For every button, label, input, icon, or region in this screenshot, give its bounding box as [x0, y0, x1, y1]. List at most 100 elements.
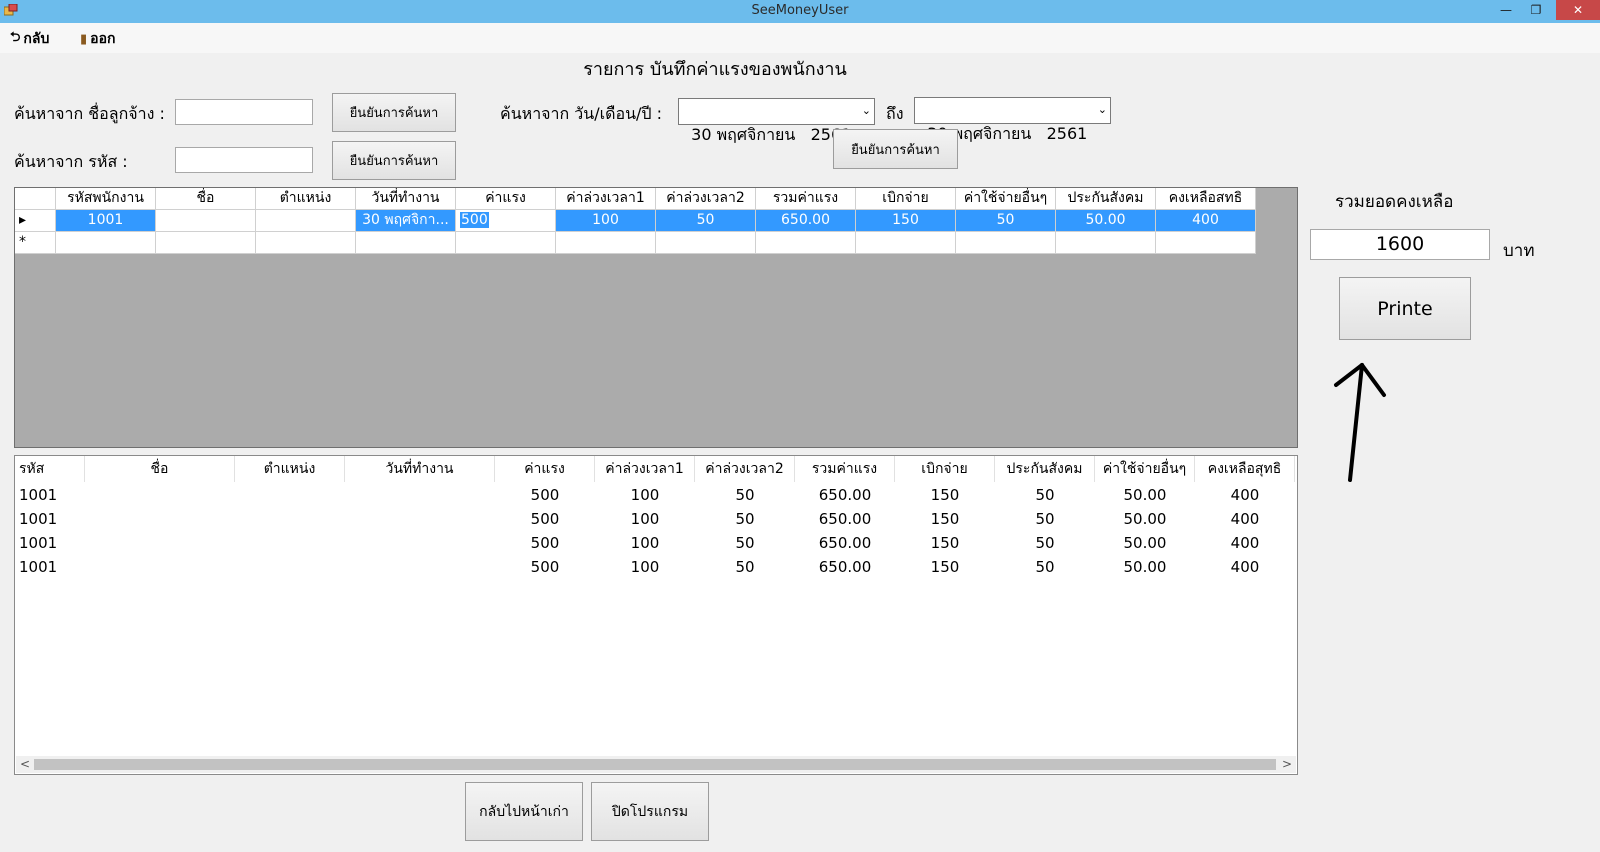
maximize-button[interactable]: ❐ — [1524, 0, 1548, 20]
row-header-corner — [15, 188, 56, 210]
table-cell[interactable] — [556, 232, 656, 254]
list-item[interactable]: 1001 500 100 50 650.00 150 50 50.00 400 — [15, 531, 1295, 555]
table-cell[interactable]: 1001 — [56, 210, 156, 232]
column-header[interactable]: คงเหลือสทธิ — [1156, 188, 1256, 210]
total-balance-label: รวมยอดคงเหลือ — [1335, 192, 1454, 212]
confirm-id-search-button[interactable]: ยืนยันการค้นหา — [332, 141, 456, 180]
current-row-marker-icon[interactable]: ▸ — [15, 210, 56, 232]
column-header[interactable]: ค่าล่วงเวลา1 — [556, 188, 656, 210]
table-cell[interactable] — [156, 210, 256, 232]
scroll-thumb[interactable] — [34, 759, 1276, 770]
exit-door-icon: ▮ — [80, 31, 88, 47]
print-button[interactable]: Printe — [1339, 277, 1471, 340]
column-header[interactable]: ตำแหน่ง — [235, 456, 345, 482]
close-window-button[interactable]: ✕ — [1556, 0, 1600, 20]
table-cell-editing[interactable]: 500 — [456, 210, 556, 232]
table-cell[interactable] — [656, 232, 756, 254]
table-cell[interactable] — [756, 232, 856, 254]
table-cell[interactable] — [156, 232, 256, 254]
table-cell[interactable]: 50.00 — [1056, 210, 1156, 232]
column-header[interactable]: ประกันสังคม — [995, 456, 1095, 482]
search-name-input[interactable] — [175, 99, 313, 125]
column-header[interactable]: ค่าใช้จ่ายอื่นๆ — [1095, 456, 1195, 482]
window-title: SeeMoneyUser — [751, 3, 849, 18]
column-header[interactable]: คงเหลือสุทธิ — [1195, 456, 1295, 482]
new-row-marker-icon[interactable]: * — [15, 232, 56, 254]
table-cell[interactable] — [956, 232, 1056, 254]
list-cell: 50.00 — [1123, 534, 1167, 552]
column-header[interactable]: ชื่อ — [85, 456, 235, 482]
list-item[interactable]: 1001 500 100 50 650.00 150 50 50.00 400 — [15, 507, 1295, 531]
menu-back[interactable]: ⮌ กลับ — [10, 29, 49, 49]
table-cell[interactable] — [1056, 232, 1156, 254]
menu-exit[interactable]: ▮ ออก — [80, 29, 115, 49]
column-header[interactable]: ค่าใช้จ่ายอื่นๆ — [956, 188, 1056, 210]
table-cell[interactable] — [1156, 232, 1256, 254]
table-cell[interactable] — [256, 232, 356, 254]
date-to-select[interactable]: 30 พฤศจิกายน 2561 ⌄ — [914, 97, 1111, 143]
confirm-date-search-button[interactable]: ยืนยันการค้นหา — [833, 129, 958, 169]
list-header-row: รหัส ชื่อ ตำแหน่ง วันที่ทำงาน ค่าแรง ค่า… — [15, 456, 1295, 482]
list-cell — [85, 507, 235, 531]
table-cell[interactable] — [56, 232, 156, 254]
column-header[interactable]: ค่าล่วงเวลา1 — [595, 456, 695, 482]
column-header[interactable]: วันที่ทำงาน — [345, 456, 495, 482]
table-cell[interactable]: 50 — [956, 210, 1056, 232]
column-header[interactable]: ค่าแรง — [456, 188, 556, 210]
scroll-left-icon[interactable]: < — [20, 756, 30, 773]
new-row[interactable]: * — [15, 232, 1256, 254]
list-cell — [345, 507, 495, 531]
column-header[interactable]: เบิกจ่าย — [895, 456, 995, 482]
column-header[interactable]: วันที่ทำงาน — [356, 188, 456, 210]
search-id-label: ค้นหาจาก รหัส : — [14, 152, 128, 171]
table-cell[interactable]: 150 — [856, 210, 956, 232]
list-cell: 650.00 — [818, 486, 872, 504]
table-cell[interactable]: 100 — [556, 210, 656, 232]
list-cell: 400 — [1230, 534, 1260, 552]
list-item[interactable]: 1001 500 100 50 650.00 150 50 50.00 400 — [15, 555, 1295, 579]
table-cell[interactable] — [356, 232, 456, 254]
confirm-name-search-button[interactable]: ยืนยันการค้นหา — [332, 93, 456, 132]
scroll-right-icon[interactable]: > — [1282, 756, 1292, 773]
back-to-previous-button[interactable]: กลับไปหน้าเก่า — [465, 782, 583, 841]
menu-exit-label: ออก — [90, 31, 116, 47]
search-id-input[interactable] — [175, 147, 313, 173]
table-cell[interactable]: 650.00 — [756, 210, 856, 232]
list-cell — [345, 531, 495, 555]
date-to-label: ถึง — [886, 104, 904, 123]
list-cell: 500 — [530, 534, 560, 552]
column-header[interactable]: ค่าแรง — [495, 456, 595, 482]
horizontal-scrollbar[interactable]: < > — [16, 756, 1296, 773]
column-header[interactable]: เบิกจ่าย — [856, 188, 956, 210]
column-header[interactable]: รวมค่าแรง — [756, 188, 856, 210]
total-balance-field[interactable]: 1600 — [1310, 229, 1490, 260]
minimize-button[interactable]: — — [1494, 0, 1518, 20]
table-cell[interactable] — [456, 232, 556, 254]
table-row-selected[interactable]: ▸ 1001 30 พฤศจิกา... 500 100 50 650.00 1… — [15, 210, 1256, 232]
date-from-select[interactable]: 30 พฤศจิกายน 2561 ⌄ — [678, 98, 875, 144]
column-header[interactable]: ชื่อ — [156, 188, 256, 210]
list-item[interactable]: 1001 500 100 50 650.00 150 50 50.00 400 — [15, 483, 1295, 507]
column-header[interactable]: ค่าล่วงเวลา2 — [695, 456, 795, 482]
close-program-button[interactable]: ปิดโปรแกรม — [591, 782, 709, 841]
results-list-view[interactable]: รหัส ชื่อ ตำแหน่ง วันที่ทำงาน ค่าแรง ค่า… — [14, 455, 1298, 775]
column-header[interactable]: รหัส — [15, 456, 85, 482]
table-cell[interactable]: 400 — [1156, 210, 1256, 232]
editing-value[interactable]: 500 — [460, 212, 489, 228]
edit-data-grid[interactable]: รหัสพนักงาน ชื่อ ตำแหน่ง วันที่ทำงาน ค่า… — [14, 187, 1298, 448]
column-header[interactable]: ค่าล่วงเวลา2 — [656, 188, 756, 210]
table-cell[interactable] — [256, 210, 356, 232]
column-header[interactable]: ตำแหน่ง — [256, 188, 356, 210]
column-header[interactable]: รวมค่าแรง — [795, 456, 895, 482]
table-cell[interactable]: 30 พฤศจิกา... — [356, 210, 456, 232]
column-header[interactable]: ประกันสังคม — [1056, 188, 1156, 210]
chevron-down-icon: ⌄ — [1097, 103, 1107, 116]
table-cell[interactable]: 50 — [656, 210, 756, 232]
list-cell: 50 — [1035, 510, 1055, 528]
list-cell: 50 — [735, 486, 755, 504]
column-header[interactable]: รหัสพนักงาน — [56, 188, 156, 210]
list-cell: 50 — [1035, 534, 1055, 552]
table-cell[interactable] — [856, 232, 956, 254]
list-cell: 500 — [530, 486, 560, 504]
list-cell: 500 — [530, 558, 560, 576]
